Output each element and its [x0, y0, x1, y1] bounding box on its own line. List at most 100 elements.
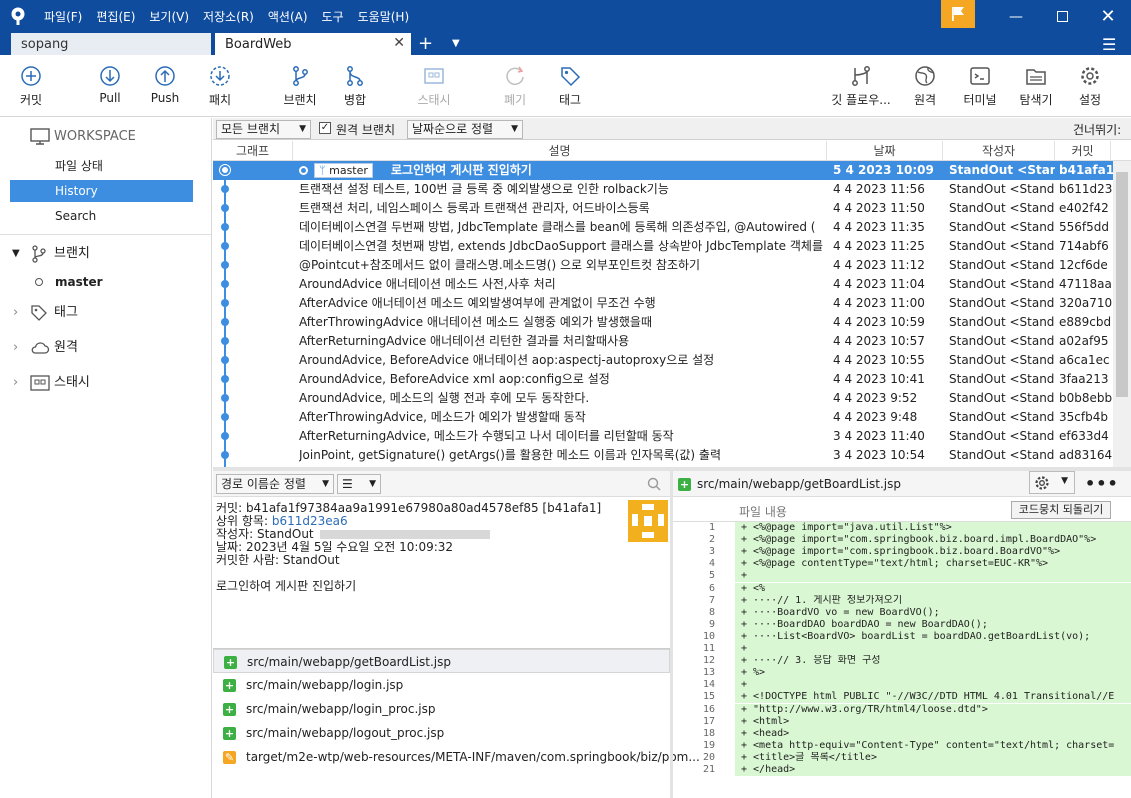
- commit-author: StandOut <Stand(: [949, 277, 1055, 291]
- terminal-button[interactable]: 터미널: [960, 65, 1000, 113]
- commit-row[interactable]: AroundAdvice, BeforeAdvice xml aop:confi…: [213, 370, 1113, 389]
- commit-row[interactable]: 데이터베이스연결 첫번째 방법, extends JdbcDaoSupport …: [213, 237, 1113, 256]
- sidebar-section-tags[interactable]: › 태그: [0, 302, 212, 324]
- sidebar-section-remotes[interactable]: › 원격: [0, 337, 212, 359]
- column-description[interactable]: 설명: [293, 141, 827, 161]
- commit-date: 4 4 2023 9:52: [833, 391, 918, 405]
- commit-row[interactable]: AfterThrowingAdvice, 메소드가 예외가 발생할때 동작 4 4…: [213, 408, 1113, 427]
- chevron-right-icon: ›: [13, 375, 19, 390]
- column-commit[interactable]: 커밋: [1055, 141, 1111, 161]
- search-icon[interactable]: [647, 477, 661, 491]
- tab-close-icon[interactable]: ✕: [393, 35, 405, 51]
- file-list-item[interactable]: + src/main/webapp/logout_proc.jsp: [213, 721, 670, 745]
- stash-button[interactable]: 스태시: [412, 65, 456, 113]
- menu-repository[interactable]: 저장소(R): [203, 8, 254, 25]
- sort-order-dropdown[interactable]: 날짜순으로 정렬 ▼: [407, 120, 523, 139]
- commit-button[interactable]: 커밋: [14, 65, 48, 113]
- blurred-email: [319, 530, 490, 539]
- commit-row[interactable]: @Pointcut+참조메서드 없이 클래스명.메소드명() 으로 외부포인트컷…: [213, 256, 1113, 275]
- discard-button[interactable]: 폐기: [500, 65, 530, 113]
- flag-button[interactable]: [941, 0, 975, 28]
- menu-file[interactable]: 파일(F): [44, 8, 82, 25]
- column-date[interactable]: 날짜: [827, 141, 943, 161]
- commit-list-scroll-thumb[interactable]: [1116, 172, 1128, 397]
- terminal-icon: [970, 67, 990, 85]
- commit-row[interactable]: AfterReturningAdvice 애너테이션 리턴한 결과를 처리할때사…: [213, 332, 1113, 351]
- file-list-item[interactable]: ✎ target/m2e-wtp/web-resources/META-INF/m…: [213, 745, 700, 769]
- remote-branches-checkbox[interactable]: ✓: [319, 122, 331, 134]
- sidebar-section-branches[interactable]: ▼ 브랜치: [0, 243, 212, 265]
- path-sort-dropdown[interactable]: 경로 이름순 정렬 ▼: [216, 474, 334, 494]
- diff-line: 3 + <%@page import="com.springbook.biz.bo…: [673, 546, 1131, 559]
- commit-dot-icon: [221, 375, 229, 383]
- commit-hash: 556f5dd: [1059, 220, 1109, 234]
- push-button[interactable]: Push: [146, 65, 184, 113]
- commit-description: AfterReturningAdvice 애너테이션 리턴한 결과를 처리할때사…: [299, 334, 630, 348]
- menu-help[interactable]: 도움말(H): [358, 8, 410, 25]
- tag-button[interactable]: 태그: [554, 65, 586, 113]
- parent-commit-link[interactable]: b611d23ea6: [272, 514, 348, 528]
- commit-row[interactable]: AfterReturningAdvice, 메소드가 수행되고 나서 데이터를 …: [213, 427, 1113, 446]
- identicon-icon: [632, 504, 664, 538]
- fetch-button[interactable]: 패치: [204, 65, 236, 113]
- file-list-item[interactable]: + src/main/webapp/login.jsp: [213, 673, 670, 697]
- title-bar: 파일(F) 편집(E) 보기(V) 저장소(R) 액션(A) 도구 도움말(H)…: [0, 0, 1131, 33]
- commit-row[interactable]: 트랜잭션 처리, 네임스페이스 등록과 트랜잭션 관리자, 어드바이스등록 4 4…: [213, 199, 1113, 218]
- commit-description: 데이터베이스연결 첫번째 방법, extends JdbcDaoSupport …: [299, 239, 823, 253]
- line-number: 7: [708, 594, 715, 606]
- branch-label[interactable]: ᛘ master: [314, 163, 373, 178]
- menu-actions[interactable]: 액션(A): [268, 8, 308, 25]
- more-options-icon[interactable]: •••: [1085, 474, 1119, 493]
- remote-branches-label: 원격 브랜치: [336, 123, 396, 137]
- branch-button[interactable]: 브랜치: [280, 65, 320, 113]
- commit-row[interactable]: 데이터베이스연결 두번째 방법, JdbcTemplate 클래스를 bean에…: [213, 218, 1113, 237]
- chevron-right-icon: ›: [13, 340, 19, 355]
- commit-row[interactable]: AroundAdvice, BeforeAdvice 애너테이션 aop:asp…: [213, 351, 1113, 370]
- new-tab-icon[interactable]: +: [418, 33, 433, 55]
- sidebar-item-history[interactable]: History: [10, 180, 193, 202]
- diff-options-button[interactable]: ▼: [1029, 471, 1075, 494]
- menu-edit[interactable]: 편집(E): [96, 8, 135, 25]
- column-graph[interactable]: 그래프: [213, 141, 293, 161]
- close-window-button[interactable]: ✕: [1085, 0, 1131, 33]
- revert-hunk-button[interactable]: 코드뭉치 되돌리기: [1011, 501, 1111, 519]
- git-flow-button[interactable]: 깃 플로우...: [828, 65, 894, 113]
- merge-button[interactable]: 병합: [338, 65, 372, 113]
- view-mode-dropdown[interactable]: ☰ ▼: [337, 474, 381, 494]
- explorer-button[interactable]: 탐색기: [1016, 65, 1056, 113]
- tab-boardweb[interactable]: BoardWeb ✕: [215, 33, 411, 55]
- commit-row[interactable]: AroundAdvice, 메소드의 실행 전과 후에 모두 동작한다. 4 4 …: [213, 389, 1113, 408]
- menu-tools[interactable]: 도구: [322, 8, 344, 25]
- tab-sopang[interactable]: sopang: [11, 33, 211, 55]
- commit-row[interactable]: 트랜잭션 설정 테스트, 100번 글 등록 중 예외발생으로 인한 rolba…: [213, 180, 1113, 199]
- settings-button[interactable]: 설정: [1074, 65, 1106, 113]
- discard-icon: [506, 66, 524, 86]
- branch-filter-dropdown[interactable]: 모든 브랜치 ▼: [216, 120, 311, 139]
- hamburger-menu-icon[interactable]: ☰: [1102, 35, 1116, 54]
- maximize-button[interactable]: [1039, 0, 1085, 33]
- minimize-button[interactable]: —: [993, 0, 1039, 33]
- tab-dropdown-icon[interactable]: ▼: [452, 33, 460, 55]
- fetch-icon: [210, 66, 230, 86]
- column-author[interactable]: 작성자: [943, 141, 1055, 161]
- file-list-item[interactable]: + src/main/webapp/login_proc.jsp: [213, 697, 670, 721]
- sidebar-item-file-status[interactable]: 파일 상태: [0, 155, 212, 177]
- diff-line-text: +: [735, 679, 1131, 692]
- sidebar-branch-master[interactable]: master: [0, 271, 212, 293]
- commit-hash: a6ca1ec: [1059, 353, 1110, 367]
- toolbar: 커밋 Pull Push 패치 브랜치 병합 스태시 폐기 태그 깃 플로우..…: [0, 55, 1131, 117]
- sidebar-section-stashes[interactable]: › 스태시: [0, 372, 212, 394]
- commit-row[interactable]: AfterThrowingAdvice 애너테이션 메소드 실행중 예외가 발생…: [213, 313, 1113, 332]
- sidebar-item-search[interactable]: Search: [0, 205, 212, 227]
- pull-button[interactable]: Pull: [92, 65, 128, 113]
- remote-button[interactable]: 원격: [908, 65, 942, 113]
- menu-view[interactable]: 보기(V): [149, 8, 189, 25]
- diff-line-text: + ····BoardDAO boardDAO = new BoardDAO()…: [735, 618, 1131, 631]
- commit-row[interactable]: AroundAdvice 애너테이션 메소드 사전,사후 처리 4 4 2023 …: [213, 275, 1113, 294]
- commit-row[interactable]: AfterAdvice 애너테이션 메소드 예외발생여부에 관계없이 무조건 수…: [213, 294, 1113, 313]
- current-branch-icon: [35, 278, 43, 286]
- commit-row[interactable]: ᛘ master 로그인하여 게시판 진입하기 5 4 2023 10:09 Stan…: [213, 161, 1113, 180]
- commit-row[interactable]: JoinPoint, getSignature() getArgs()를 활용한…: [213, 446, 1113, 465]
- file-list-item[interactable]: + src/main/webapp/getBoardList.jsp: [213, 649, 670, 673]
- diff-line: 4 + <%@page contentType="text/html; chars…: [673, 558, 1131, 571]
